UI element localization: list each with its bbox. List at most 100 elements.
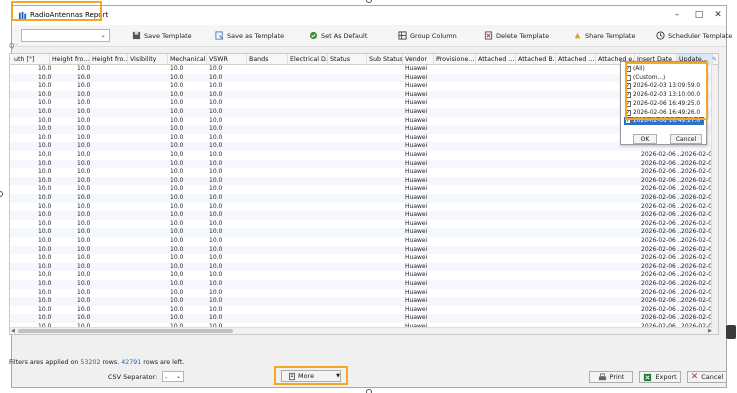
maximize-button[interactable]: □ (691, 9, 707, 21)
delete-template-button[interactable]: Delete Template (484, 29, 549, 42)
top-resize-handle[interactable] (366, 0, 372, 3)
left-resize-handle[interactable] (0, 191, 3, 197)
column-filter-icon[interactable]: ⊤ (436, 54, 441, 65)
column-header[interactable]: Vendor (403, 54, 434, 65)
checkbox-icon[interactable]: ✓ (625, 118, 631, 125)
group-column-button[interactable]: Group Column (398, 29, 457, 42)
column-header[interactable]: Attached ... (476, 54, 516, 65)
filter-bar[interactable]: Q⁻ (9, 42, 717, 52)
export-button[interactable]: Export (639, 371, 681, 383)
column-header[interactable]: Height fro... (90, 54, 128, 65)
table-row[interactable]: 10.010.010.010.0Huawei2026-02-06 ...2026… (10, 245, 718, 255)
save-as-template-button[interactable]: Save as Template (215, 29, 284, 42)
filter-option[interactable]: ✓ 2026-02-03 13:10:00.0 (624, 91, 704, 99)
checkbox-icon[interactable]: ✓ (625, 66, 631, 72)
horizontal-scrollbar[interactable]: ◀ ▶ (10, 327, 713, 334)
table-cell: 10.0 (38, 237, 52, 244)
table-row[interactable]: 10.010.010.010.0Huawei2026-02-06 ...2026… (10, 176, 718, 186)
more-button[interactable]: More ▼ (281, 370, 341, 382)
minimize-button[interactable]: – (669, 9, 685, 21)
table-row[interactable]: 10.010.010.010.0Huawei2026-02-06 ...2026… (10, 237, 718, 246)
bottom-resize-handle[interactable] (366, 389, 372, 393)
filter-option[interactable]: ✓ (All) (624, 65, 704, 73)
table-cell: Huawei (405, 245, 428, 253)
table-row[interactable]: 10.010.010.010.0Huawei2026-02-06 ...2026… (10, 306, 718, 315)
table-cell: 10.0 (209, 65, 223, 72)
cancel-button[interactable]: ✕ Cancel (687, 371, 727, 383)
template-select[interactable]: ⌄ (21, 29, 110, 42)
table-row[interactable]: 10.010.010.010.0Huawei2026-02-06 ...2026… (10, 280, 718, 289)
table-row[interactable]: 10.010.010.010.0Huawei2026-02-06 ...2026… (10, 168, 718, 177)
checkbox-icon[interactable]: ✓ (625, 83, 631, 90)
table-row[interactable]: 10.010.010.010.0Huawei2026-02-06 ...2026… (10, 203, 718, 212)
table-cell: 10.0 (209, 168, 223, 176)
checkbox-icon[interactable]: ✓ (625, 100, 631, 107)
table-row[interactable]: 10.0 10.0 10.0 10.0 Huawei (10, 142, 718, 151)
table-row[interactable]: 10.010.010.010.0Huawei2026-02-06 ...2026… (10, 220, 718, 229)
scroll-right-icon[interactable]: ▶ (708, 328, 712, 334)
table-row[interactable]: 10.0 10.0 10.0 10.0 Huawei (10, 134, 718, 143)
table-row[interactable]: 10.010.010.010.0Huawei2026-02-06 ...2026… (10, 194, 718, 203)
filter-option[interactable]: ✓ 2026-02-06 16:49:25.0 (624, 100, 704, 108)
print-label: Print (609, 373, 625, 381)
table-cell: 10.0 (77, 228, 91, 236)
table-cell: Huawei (405, 271, 428, 279)
table-row[interactable]: 10.010.010.010.0Huawei2026-02-06 ...2026… (10, 297, 718, 306)
table-row[interactable]: 10.010.010.010.0Huawei2026-02-06 ...2026… (10, 151, 718, 160)
filter-option[interactable]: ✓ 2026-02-06 16:49:27.0 (624, 117, 704, 126)
horizontal-scroll-thumb[interactable] (18, 329, 233, 333)
filter-option[interactable]: (Custom...) (624, 74, 704, 82)
table-row[interactable]: 10.010.010.010.0Huawei2026-02-06 ...2026… (10, 289, 718, 298)
scroll-left-icon[interactable]: ◀ (11, 328, 15, 334)
share-template-button[interactable]: Share Template (573, 29, 635, 42)
table-cell: 10.0 (209, 82, 223, 90)
table-row[interactable]: 10.010.010.010.0Huawei2026-02-06 ...2026… (10, 271, 718, 280)
table-cell: 10.0 (77, 73, 91, 81)
column-edit-icon[interactable]: ✎ (712, 54, 717, 65)
column-header[interactable]: Visibility (128, 54, 168, 65)
close-button[interactable]: ✕ (710, 9, 726, 21)
csv-separator-select[interactable]: , ⌄ (162, 371, 184, 382)
table-cell: 10.0 (77, 254, 91, 262)
table-row[interactable]: 10.0 10.0 10.0 10.0 Huawei (10, 99, 718, 108)
vertical-scrollbar[interactable] (711, 65, 718, 334)
filter-option[interactable]: ✓ 2026-02-06 16:49:26.0 (624, 109, 704, 117)
column-header[interactable]: Height fro... (50, 54, 90, 65)
filter-option[interactable]: ✓ 2026-02-03 13:09:59.0 (624, 82, 704, 90)
table-cell: 2026-02-06 ... (641, 314, 684, 322)
filter-cancel-button[interactable]: Cancel (670, 134, 702, 144)
column-header[interactable]: Electrical D... (288, 54, 328, 65)
column-header[interactable]: Bands (247, 54, 288, 65)
table-row[interactable]: 10.010.010.010.0Huawei2026-02-06 ...2026… (10, 314, 718, 323)
side-panel-tab[interactable] (726, 325, 736, 339)
checkbox-icon[interactable]: ✓ (625, 92, 631, 99)
table-cell: 10.0 (38, 194, 52, 201)
table-row[interactable]: 10.010.010.010.0Huawei2026-02-06 ...2026… (10, 262, 718, 272)
table-row[interactable]: 10.010.010.010.0Huawei2026-02-06 ...2026… (10, 228, 718, 237)
scheduler-template-button[interactable]: Scheduler Template (656, 29, 732, 42)
column-header[interactable]: Sub Status (367, 54, 403, 65)
set-as-default-button[interactable]: Set As Default (309, 29, 367, 42)
table-row[interactable]: 10.0 10.0 10.0 10.0 Huawei (10, 65, 718, 74)
table-row[interactable]: 10.010.010.010.0Huawei2026-02-06 ...2026… (10, 185, 718, 194)
table-row[interactable]: 10.0 10.0 10.0 10.0 Huawei (10, 117, 718, 126)
save-template-button[interactable]: Save Template (132, 29, 192, 42)
column-header[interactable]: Mechanical... (168, 54, 207, 65)
table-row[interactable]: 10.0 10.0 10.0 10.0 Huawei (10, 90, 718, 100)
column-header[interactable]: Attached B... (516, 54, 556, 65)
column-header[interactable]: Attached ... (556, 54, 596, 65)
filter-ok-button[interactable]: OK (633, 134, 657, 144)
table-row[interactable]: 10.0 10.0 10.0 10.0 Huawei (10, 108, 718, 117)
checkbox-icon[interactable] (625, 74, 631, 81)
table-row[interactable]: 10.010.010.010.0Huawei2026-02-06 ...2026… (10, 254, 718, 263)
column-header[interactable]: Status (328, 54, 367, 65)
checkbox-icon[interactable]: ✓ (625, 109, 631, 116)
column-header[interactable]: VSWR (207, 54, 247, 65)
table-row[interactable]: 10.0 10.0 10.0 10.0 Huawei (10, 125, 718, 134)
table-row[interactable]: 10.010.010.010.0Huawei2026-02-06 ...2026… (10, 159, 718, 169)
table-row[interactable]: 10.0 10.0 10.0 10.0 Huawei (10, 73, 718, 83)
table-row[interactable]: 10.0 10.0 10.0 10.0 Huawei (10, 82, 718, 91)
column-header[interactable]: uth [°] (12, 54, 50, 65)
print-button[interactable]: Print (589, 371, 633, 383)
table-row[interactable]: 10.010.010.010.0Huawei2026-02-06 ...2026… (10, 211, 718, 220)
